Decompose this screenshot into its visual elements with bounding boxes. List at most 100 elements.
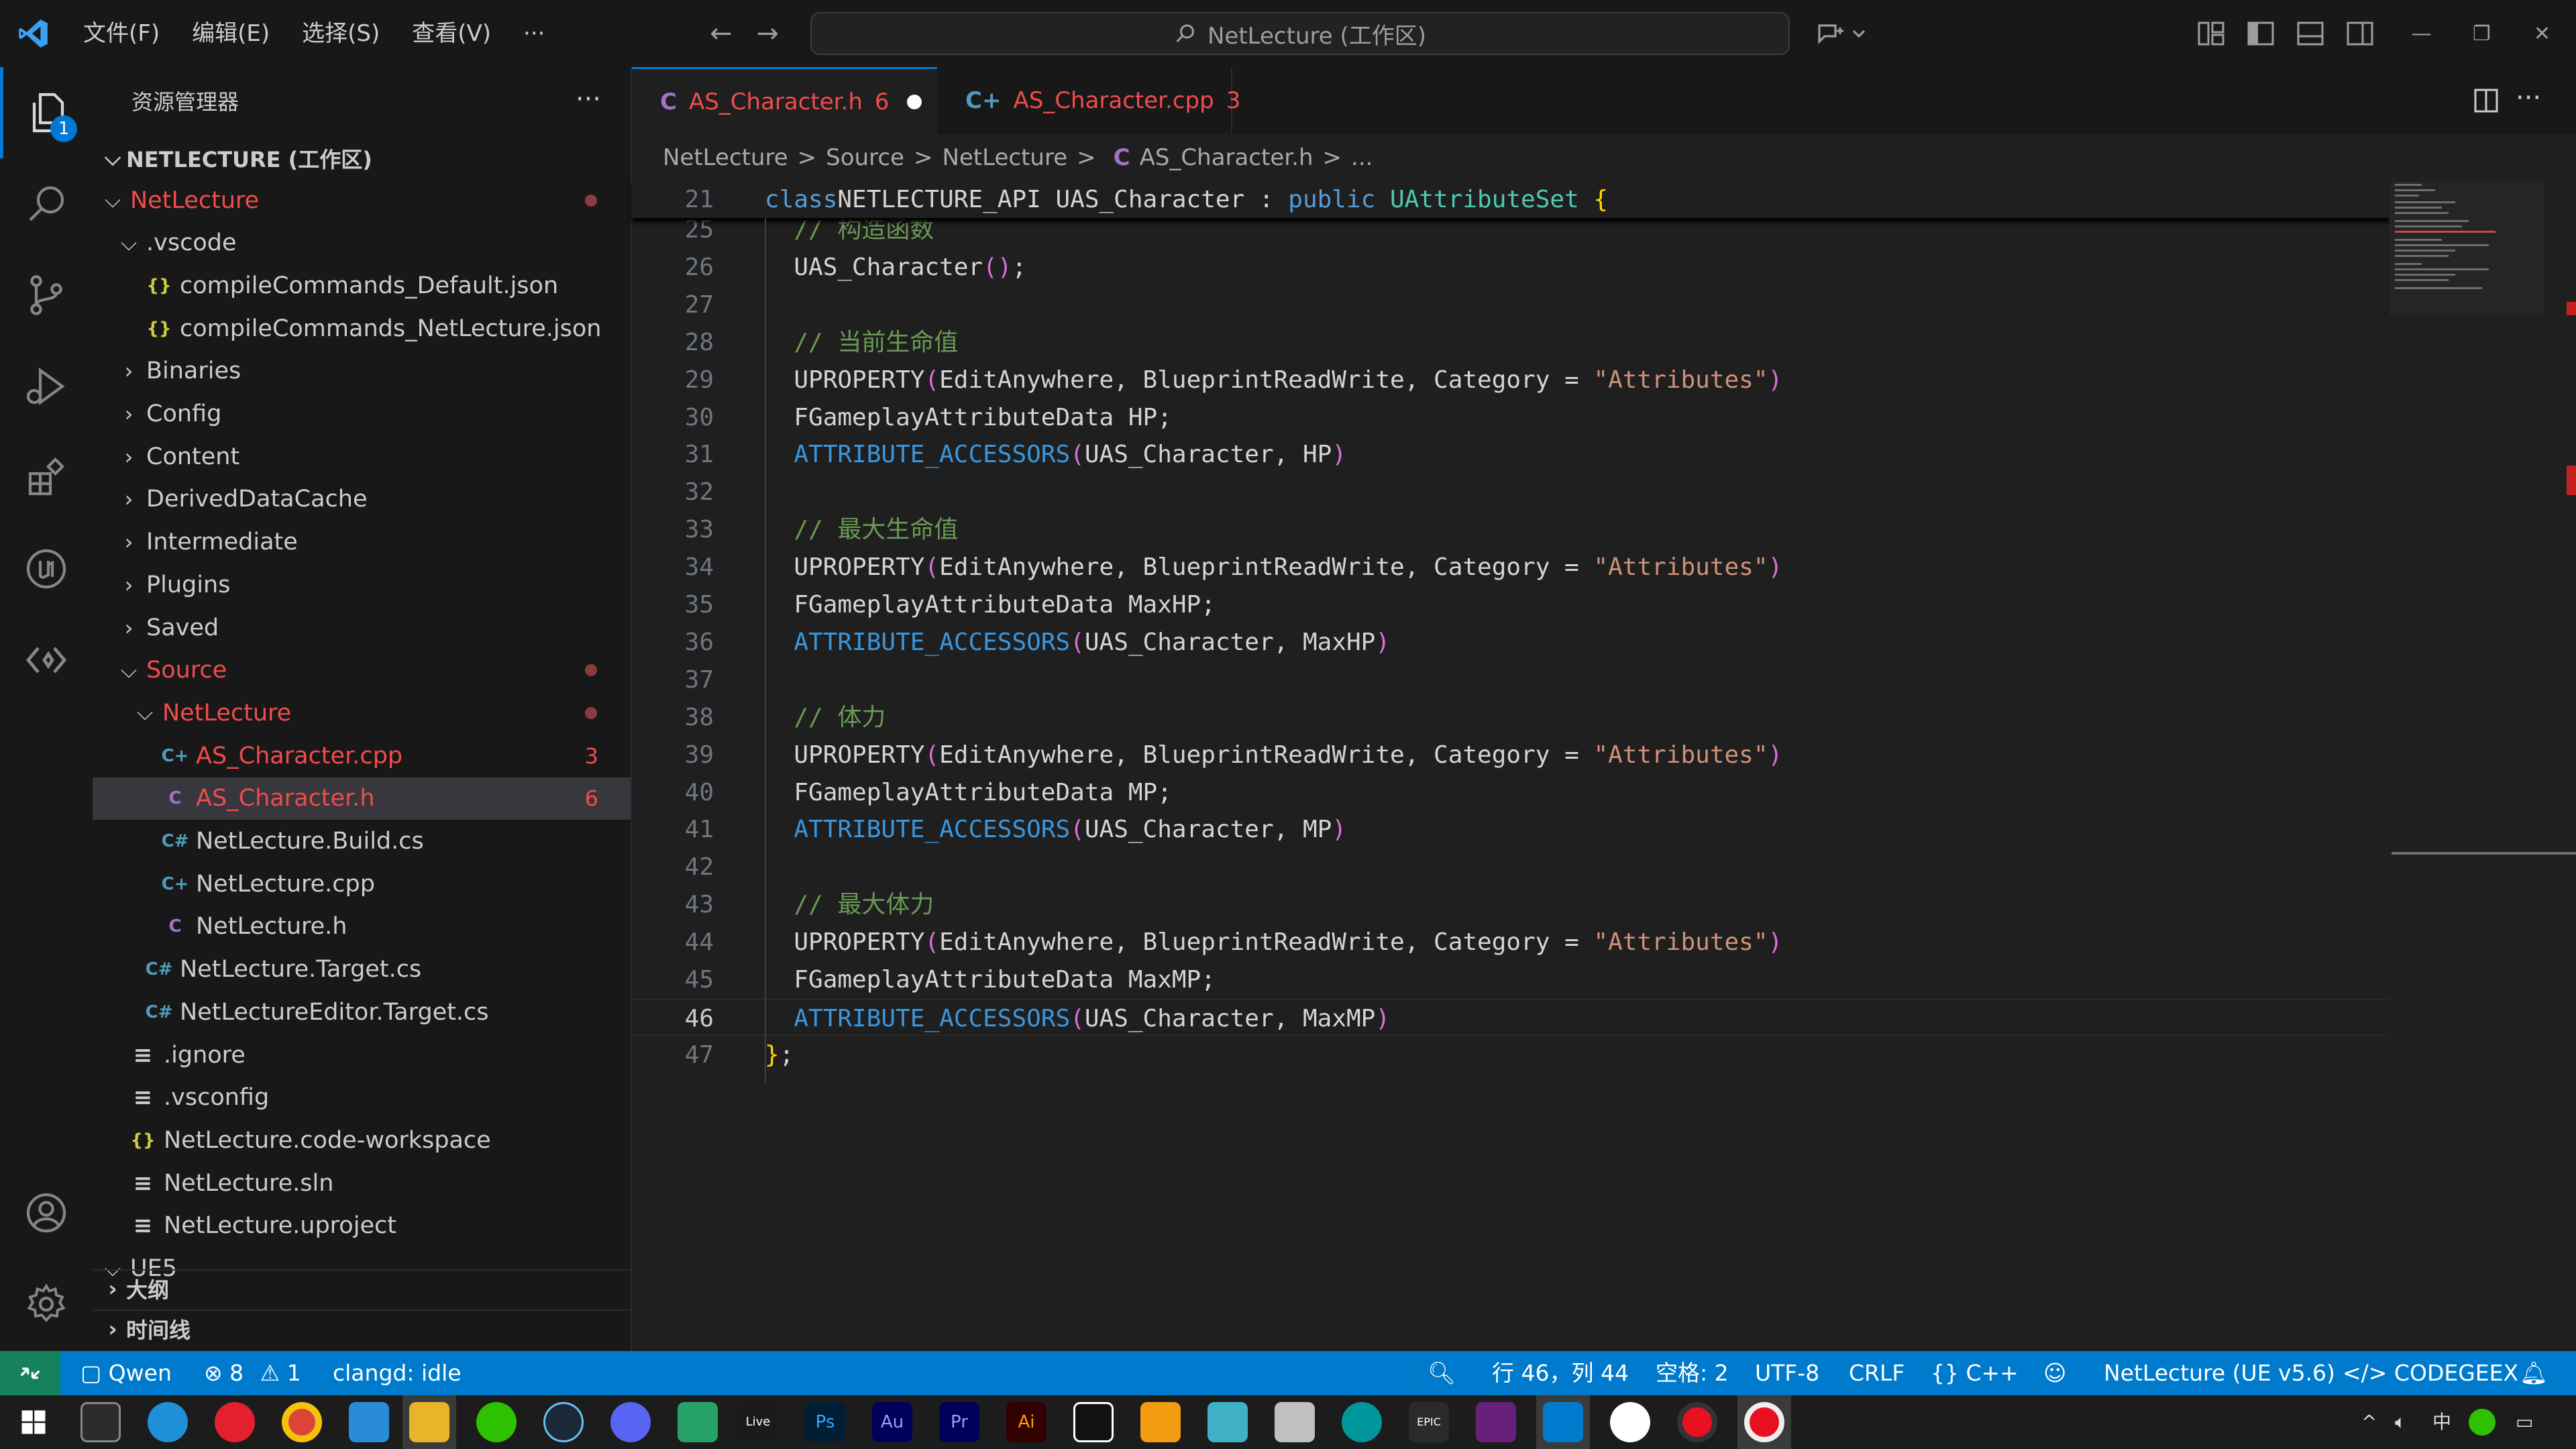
extensions-icon[interactable] (0, 432, 93, 523)
breadcrumb-item[interactable]: Source (826, 144, 904, 171)
toggle-primary-sidebar-icon[interactable] (2245, 17, 2277, 50)
language-mode[interactable]: {} C++ (1931, 1351, 2019, 1395)
calculator-icon[interactable] (1275, 1402, 1315, 1442)
outline-section[interactable]: › 大纲 (93, 1269, 631, 1307)
timeline-section[interactable]: › 时间线 (93, 1309, 631, 1347)
tree-item[interactable]: C# NetLecture.Target.cs (93, 949, 631, 991)
code-editor[interactable]: 25 // 构造函数 26 UAS_Character(); 27 28 // 当前生… (632, 181, 2390, 1351)
tree-item[interactable]: C# NetLectureEditor.Target.cs (93, 991, 631, 1033)
weibo-icon[interactable] (215, 1402, 255, 1442)
tree-item[interactable]: › Saved (93, 606, 631, 649)
editor-more-icon[interactable]: ··· (2516, 67, 2541, 134)
encoding-status[interactable]: UTF-8 (1755, 1351, 1819, 1395)
project-status[interactable]: NetLecture (UE v5.6) (2104, 1351, 2335, 1395)
code-line[interactable]: 47}; (632, 1036, 2390, 1073)
unreal-engine-icon[interactable] (0, 523, 93, 614)
tree-item[interactable]: › Binaries (93, 350, 631, 392)
code-line[interactable]: 31 ATTRIBUTE_ACCESSORS(UAS_Character, HP… (632, 436, 2390, 473)
cursor-position[interactable]: 行 46，列 44 (1492, 1351, 1629, 1395)
visual-studio-icon[interactable] (1476, 1402, 1516, 1442)
explorer-more-icon[interactable]: ··· (576, 67, 601, 137)
breadcrumb-item[interactable]: NetLecture (942, 144, 1067, 171)
menu-edit[interactable]: 编辑(E) (176, 0, 286, 67)
vscode-taskbar-icon[interactable] (1543, 1402, 1583, 1442)
copilot-icon[interactable] (1814, 17, 1846, 50)
code-line[interactable]: 33 // 最大生命值 (632, 511, 2390, 548)
customize-layout-icon[interactable] (2195, 17, 2227, 50)
notifications-icon[interactable]: 🔔︎ (2520, 1351, 2548, 1395)
code-line[interactable]: 30 FGameplayAttributeData HP; (632, 399, 2390, 436)
tree-item[interactable]: C+ AS_Character.cpp 3 (93, 735, 631, 777)
code-line[interactable]: 39 UPROPERTY(EditAnywhere, BlueprintRead… (632, 737, 2390, 773)
tray-chevron-icon[interactable]: ^ (2361, 1395, 2377, 1449)
codegeex-status[interactable]: </> CODEGEEX (2343, 1351, 2518, 1395)
tree-item[interactable]: {} compileCommands_Default.json (93, 264, 631, 307)
volume-icon[interactable]: 🔈︎ (2395, 1395, 2406, 1449)
file-explorer-icon[interactable] (409, 1402, 449, 1442)
split-editor-icon[interactable] (2470, 85, 2502, 117)
code-line[interactable]: 32 (632, 474, 2390, 511)
chrome-icon[interactable] (282, 1402, 322, 1442)
copilot-status-icon[interactable]: ☺ (2043, 1351, 2066, 1395)
code-line[interactable]: 36 ATTRIBUTE_ACCESSORS(UAS_Character, Ma… (632, 624, 2390, 661)
tree-item[interactable]: › Plugins (93, 564, 631, 606)
code-line[interactable]: 43 // 最大体力 (632, 886, 2390, 923)
illustrator-icon[interactable]: Ai (1006, 1402, 1046, 1442)
tree-item[interactable]: ⌵ NetLecture (93, 179, 631, 221)
edge-icon[interactable] (148, 1402, 188, 1442)
zoom-icon[interactable]: 🔍︎ (1428, 1351, 1456, 1395)
tray-app-icon[interactable] (2469, 1409, 2496, 1436)
qwen-status[interactable]: ▢ Qwen (80, 1351, 172, 1395)
app-icon-3[interactable] (1140, 1402, 1181, 1442)
problems-status[interactable]: ⊗ 8 ⚠ 1 (204, 1351, 301, 1395)
record-icon[interactable] (1677, 1402, 1717, 1442)
back-arrow-icon[interactable]: ← (698, 18, 745, 49)
clangd-status[interactable]: clangd: idle (333, 1351, 462, 1395)
tree-item[interactable]: C AS_Character.h 6 (93, 777, 631, 820)
breadcrumb-item[interactable]: AS_Character.h (1140, 144, 1313, 171)
photoshop-icon[interactable]: Ps (805, 1402, 845, 1442)
unreal-taskbar-icon[interactable] (1610, 1402, 1650, 1442)
source-control-icon[interactable] (0, 250, 93, 341)
remote-icon[interactable] (0, 1351, 60, 1395)
indentation-status[interactable]: 空格: 2 (1656, 1351, 1729, 1395)
menu-view[interactable]: 查看(V) (396, 0, 507, 67)
code-line[interactable]: 41 ATTRIBUTE_ACCESSORS(UAS_Character, MP… (632, 811, 2390, 848)
tree-item[interactable]: ≡ NetLecture.uproject (93, 1205, 631, 1247)
app-icon-1[interactable] (349, 1402, 389, 1442)
tree-item[interactable]: {} NetLecture.code-workspace (93, 1119, 631, 1161)
tree-item[interactable]: C# NetLecture.Build.cs (93, 820, 631, 863)
restore-icon[interactable]: ❐ (2457, 0, 2507, 67)
menu-more[interactable]: ··· (507, 0, 561, 67)
app-icon-2[interactable] (678, 1402, 718, 1442)
tree-item[interactable]: ⌵ Source (93, 649, 631, 692)
tree-item[interactable]: › Intermediate (93, 521, 631, 564)
tree-item[interactable]: C+ NetLecture.cpp (93, 863, 631, 905)
code-line[interactable]: 35 FGameplayAttributeData MaxHP; (632, 586, 2390, 623)
toggle-panel-icon[interactable] (2294, 17, 2326, 50)
tab-as-character-cpp[interactable]: C+ AS_Character.cpp 3 (937, 67, 1240, 134)
codegeex-icon[interactable] (0, 614, 93, 706)
app-icon-4[interactable] (1208, 1402, 1248, 1442)
tree-item[interactable]: C NetLecture.h (93, 906, 631, 948)
wechat-icon[interactable] (476, 1402, 517, 1442)
sticky-scroll-line[interactable]: 21 classNETLECTURE_API UAS_Character : pu… (632, 181, 2390, 218)
account-icon[interactable] (0, 1167, 93, 1258)
close-icon[interactable]: ✕ (2517, 0, 2567, 67)
capcut-icon[interactable] (1073, 1402, 1114, 1442)
gear-icon[interactable] (0, 1258, 93, 1350)
menu-selection[interactable]: 选择(S) (286, 0, 396, 67)
breadcrumb-item[interactable]: NetLecture (663, 144, 788, 171)
explorer-icon[interactable]: 1 (0, 67, 93, 158)
code-line[interactable]: 34 UPROPERTY(EditAnywhere, BlueprintRead… (632, 549, 2390, 586)
search-icon[interactable] (0, 158, 93, 250)
code-line[interactable]: 38 // 体力 (632, 699, 2390, 736)
ime-indicator[interactable]: 中 (2432, 1395, 2451, 1449)
tree-item[interactable]: › Content (93, 435, 631, 478)
code-line[interactable]: 42 (632, 849, 2390, 885)
minimap[interactable] (2390, 181, 2576, 1351)
chevron-down-icon[interactable] (1849, 17, 1869, 50)
code-line[interactable]: 28 // 当前生命值 (632, 324, 2390, 361)
windows-start-icon[interactable] (13, 1402, 54, 1442)
tree-item[interactable]: ≡ NetLecture.sln (93, 1162, 631, 1204)
